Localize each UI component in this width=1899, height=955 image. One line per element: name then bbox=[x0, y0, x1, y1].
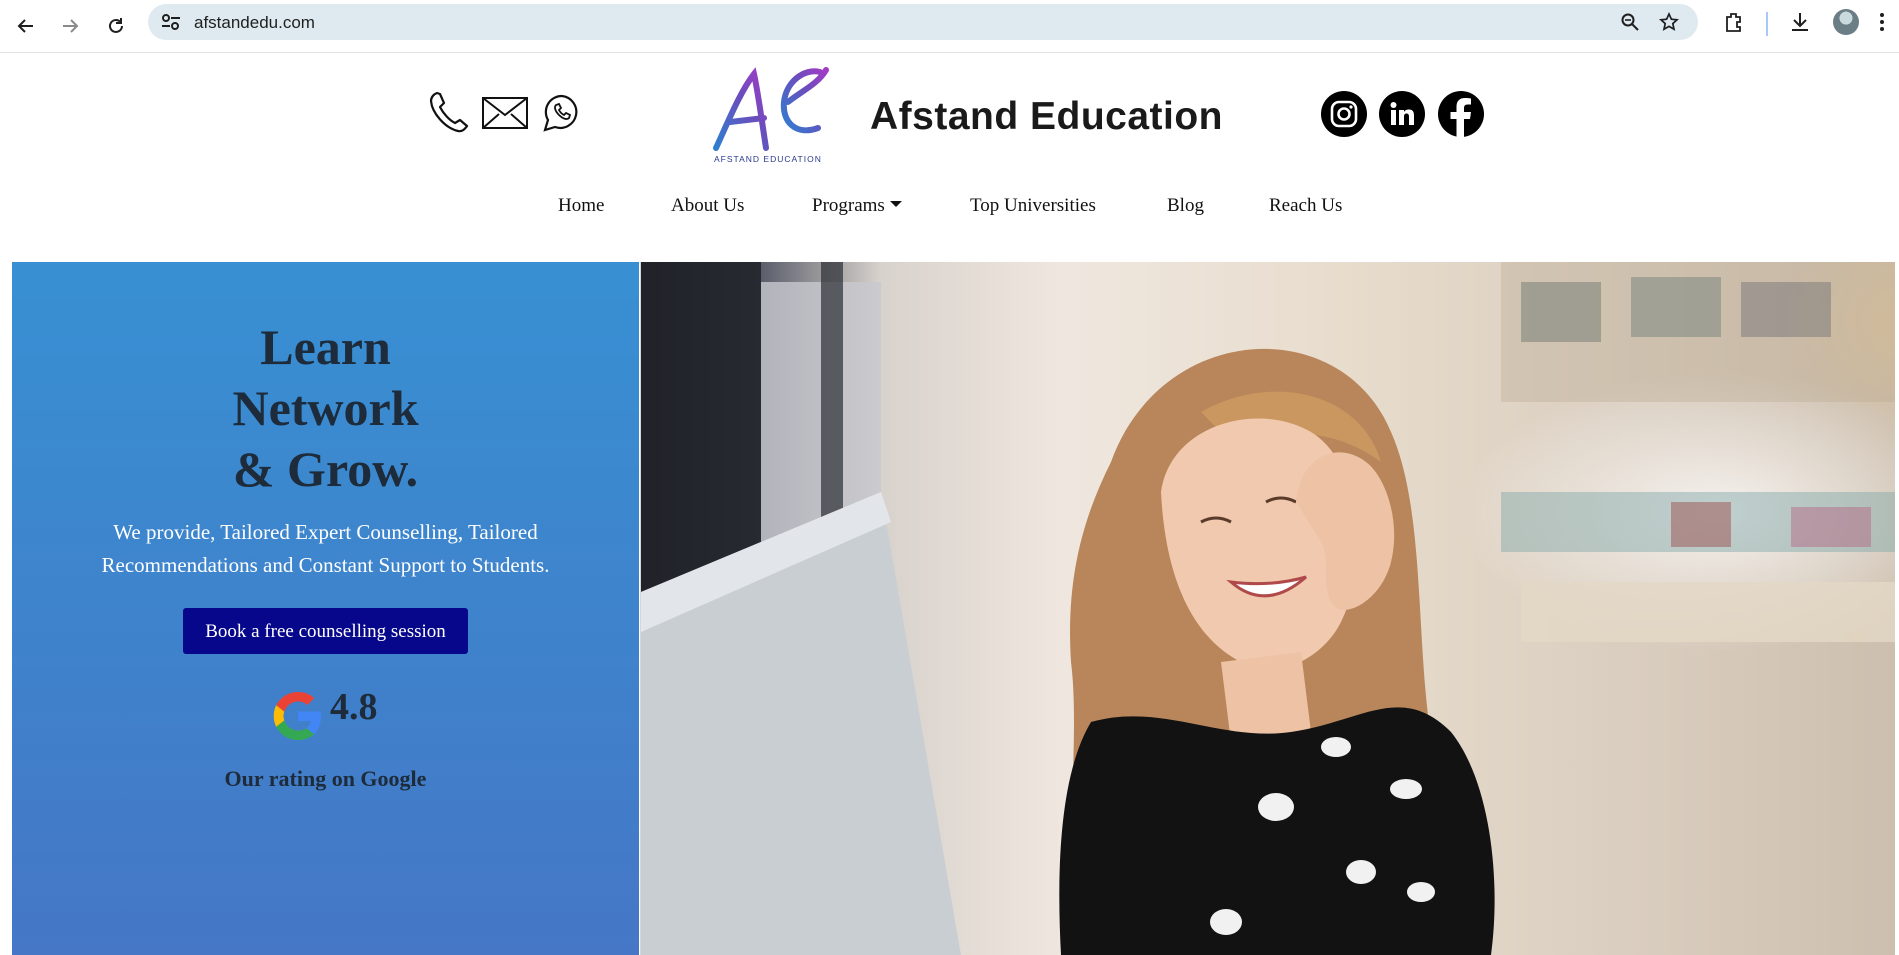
hero-headline: Learn Network & Grow. bbox=[12, 317, 639, 500]
instagram-icon[interactable] bbox=[1321, 91, 1367, 137]
brand-logo[interactable]: AFSTAND EDUCATION bbox=[708, 62, 838, 173]
extensions-icon[interactable] bbox=[1722, 10, 1746, 39]
nav-blog[interactable]: Blog bbox=[1167, 195, 1204, 217]
google-rating-label: Our rating on Google bbox=[224, 766, 427, 791]
linkedin-icon[interactable] bbox=[1379, 91, 1425, 137]
hero-photo-illustration bbox=[641, 262, 1895, 955]
facebook-icon[interactable] bbox=[1438, 91, 1484, 137]
phone-icon[interactable] bbox=[428, 90, 470, 139]
logo-wordmark: AFSTAND EDUCATION bbox=[714, 154, 822, 164]
book-counselling-button[interactable]: Book a free counselling session bbox=[183, 608, 468, 654]
bookmark-star-icon[interactable] bbox=[1659, 11, 1679, 37]
nav-home[interactable]: Home bbox=[558, 195, 604, 217]
whatsapp-icon[interactable] bbox=[542, 93, 582, 138]
headline-line: Network bbox=[232, 380, 419, 436]
nav-about-us[interactable]: About Us bbox=[671, 195, 744, 217]
hero-subtitle: We provide, Tailored Expert Counselling,… bbox=[101, 520, 550, 577]
site-settings-icon[interactable] bbox=[160, 12, 182, 37]
hero-image bbox=[640, 262, 1895, 955]
zoom-icon[interactable] bbox=[1620, 12, 1640, 37]
nav-top-universities[interactable]: Top Universities bbox=[970, 195, 1096, 217]
forward-arrow-icon[interactable] bbox=[54, 10, 86, 42]
address-bar[interactable]: afstandedu.com bbox=[148, 4, 1698, 40]
nav-reach-us[interactable]: Reach Us bbox=[1269, 195, 1342, 217]
nav-programs-label: Programs bbox=[812, 195, 885, 216]
toolbar-divider bbox=[1766, 12, 1768, 36]
nav-programs[interactable]: Programs bbox=[812, 195, 902, 217]
download-icon[interactable] bbox=[1788, 10, 1812, 39]
email-icon[interactable] bbox=[481, 96, 529, 135]
google-icon bbox=[272, 690, 324, 747]
main-nav: Home About Us Programs Top Universities … bbox=[0, 195, 1899, 221]
brand-name[interactable]: Afstand Education bbox=[870, 95, 1223, 139]
hero-panel: Learn Network & Grow. We provide, Tailor… bbox=[12, 262, 639, 955]
headline-line: Learn bbox=[260, 319, 391, 375]
browser-toolbar: afstandedu.com bbox=[0, 0, 1899, 53]
url-text[interactable]: afstandedu.com bbox=[194, 13, 315, 33]
google-rating-value: 4.8 bbox=[330, 686, 378, 728]
profile-avatar[interactable] bbox=[1833, 9, 1859, 35]
reload-icon[interactable] bbox=[100, 10, 132, 42]
more-menu-icon[interactable] bbox=[1878, 10, 1886, 39]
headline-line: & Grow. bbox=[232, 441, 419, 497]
back-arrow-icon[interactable] bbox=[10, 10, 42, 42]
caret-down-icon bbox=[889, 201, 902, 207]
